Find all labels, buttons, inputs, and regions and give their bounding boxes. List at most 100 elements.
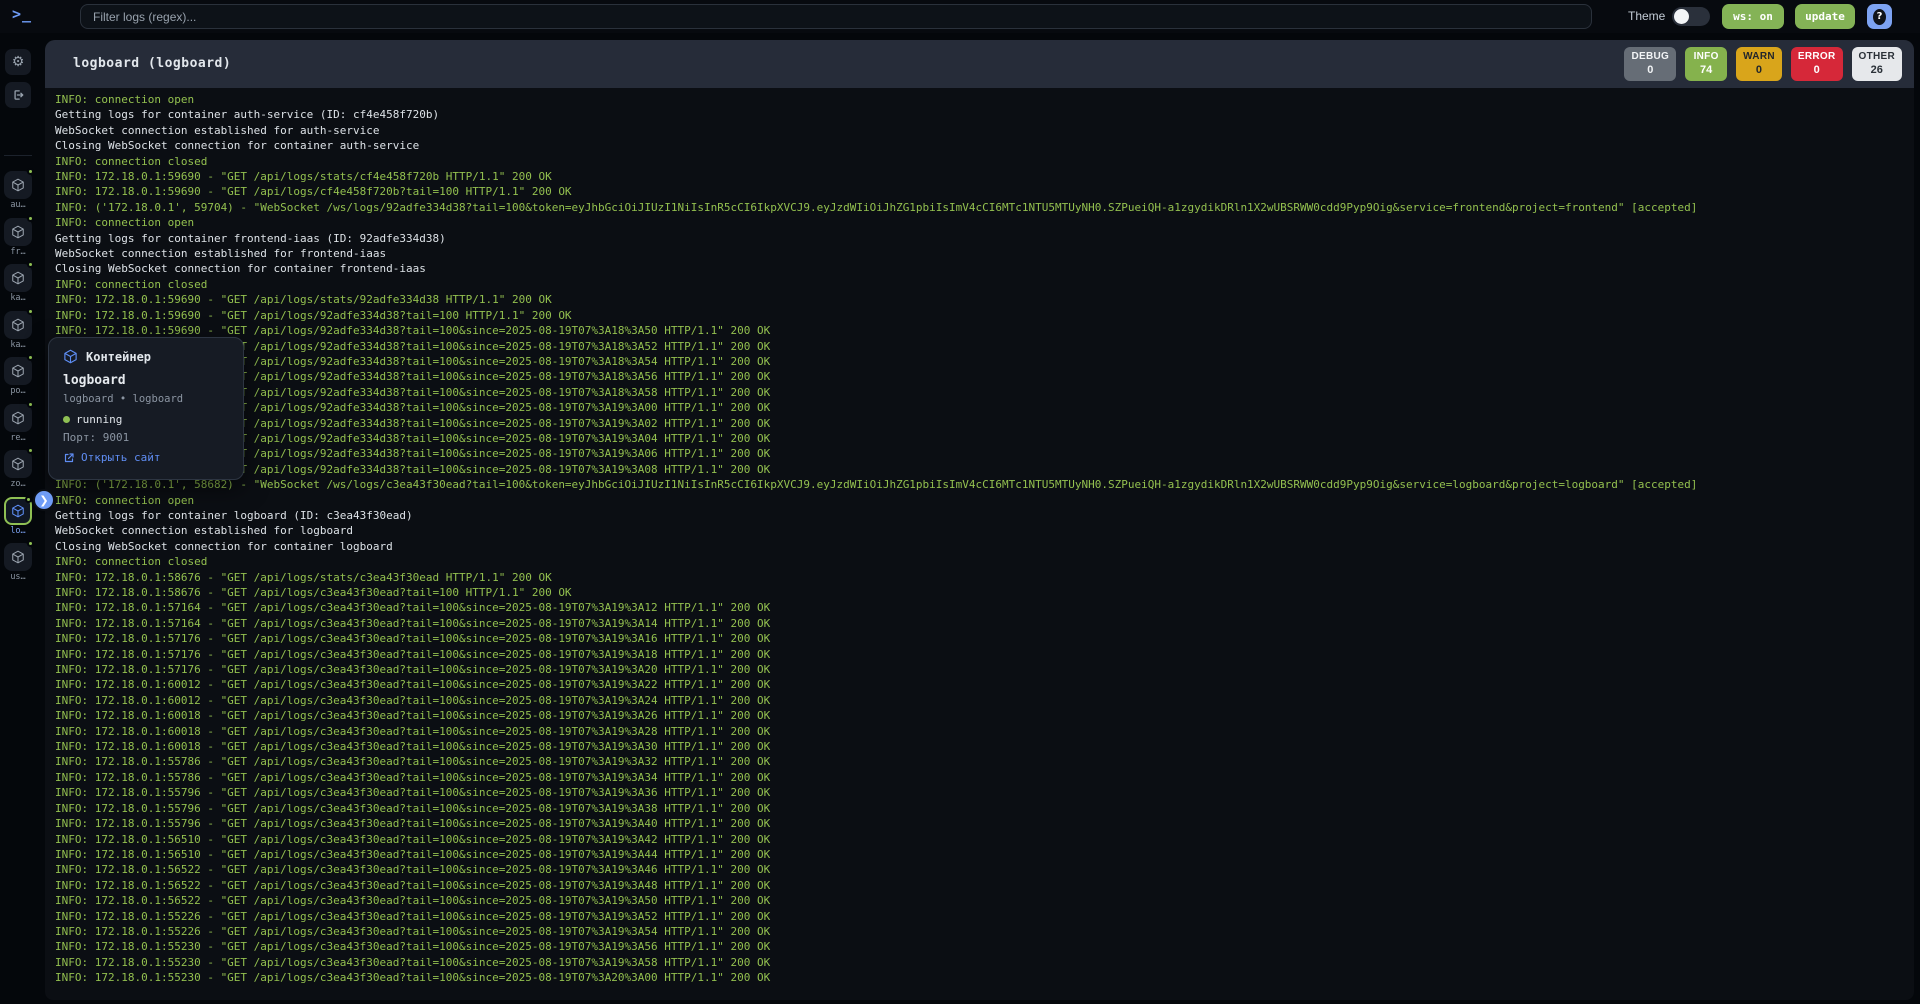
- badge-label: WARN: [1743, 50, 1775, 63]
- badge-count: 0: [1631, 63, 1669, 77]
- log-line: INFO: 172.18.0.1:58676 - "GET /api/logs/…: [55, 570, 1914, 585]
- sidebar-container-fr[interactable]: fr…: [2, 218, 34, 261]
- log-line: INFO: connection closed: [55, 154, 1914, 169]
- sidebar-container-po[interactable]: po…: [2, 357, 34, 400]
- cube-icon: [4, 404, 32, 432]
- badge-label: INFO: [1692, 50, 1720, 63]
- log-line: INFO: 172.18.0.1:59690 - "GET /api/logs/…: [55, 184, 1914, 199]
- open-site-link[interactable]: Открыть сайт: [63, 451, 229, 464]
- badge-label: ERROR: [1798, 50, 1836, 63]
- log-line: INFO: 172.18.0.1:59690 - "GET /api/logs/…: [55, 308, 1914, 323]
- log-line: Closing WebSocket connection for contain…: [55, 539, 1914, 554]
- log-line: INFO: 172.18.0.1:55226 - "GET /api/logs/…: [55, 909, 1914, 924]
- container-subtitle: logboard • logboard: [63, 393, 229, 405]
- sidebar-container-lo[interactable]: lo…: [2, 497, 34, 540]
- open-site-label: Открыть сайт: [81, 451, 160, 464]
- log-line: INFO: 172.18.0.1:55226 - "GET /api/logs/…: [55, 924, 1914, 939]
- log-line: INFO: 172.18.0.1:57164 - "GET /api/logs/…: [55, 600, 1914, 615]
- badge-warn[interactable]: WARN0: [1736, 47, 1782, 81]
- ws-toggle-button[interactable]: ws: on: [1722, 4, 1784, 29]
- container-label: us…: [2, 572, 34, 582]
- container-label: lo…: [2, 526, 34, 536]
- log-line: INFO: 172.18.0.1:59690 - "GET /api/logs/…: [55, 446, 1914, 461]
- badge-debug[interactable]: DEBUG0: [1624, 47, 1676, 81]
- log-line: INFO: 172.18.0.1:57176 - "GET /api/logs/…: [55, 631, 1914, 646]
- log-line: INFO: 172.18.0.1:55230 - "GET /api/logs/…: [55, 955, 1914, 970]
- sidebar: ⚙ au…fr…ka…ka…po…re…zo…lo…us…: [0, 33, 36, 1004]
- log-line: INFO: 172.18.0.1:59690 - "GET /api/logs/…: [55, 416, 1914, 431]
- log-line: INFO: 172.18.0.1:60018 - "GET /api/logs/…: [55, 724, 1914, 739]
- sidebar-container-ka[interactable]: ka…: [2, 311, 34, 354]
- log-line: INFO: 172.18.0.1:59690 - "GET /api/logs/…: [55, 169, 1914, 184]
- panel-title: logboard (logboard): [73, 56, 231, 71]
- help-button[interactable]: ?: [1867, 4, 1892, 29]
- container-label: ka…: [2, 293, 34, 303]
- status-dot: [63, 416, 70, 423]
- cube-icon: [4, 311, 32, 339]
- badge-error[interactable]: ERROR0: [1791, 47, 1843, 81]
- logout-button[interactable]: [5, 82, 31, 108]
- container-tooltip: Контейнер logboard logboard • logboard r…: [48, 337, 244, 480]
- cube-icon: [4, 450, 32, 478]
- sidebar-container-zo[interactable]: zo…: [2, 450, 34, 493]
- status-text: running: [76, 413, 122, 426]
- log-panel: logboard (logboard) DEBUG0INFO74WARN0ERR…: [45, 40, 1914, 1000]
- sidebar-container-au[interactable]: au…: [2, 171, 34, 214]
- log-line: Closing WebSocket connection for contain…: [55, 138, 1914, 153]
- terminal-logo-icon: >_: [12, 5, 32, 23]
- update-button[interactable]: update: [1795, 4, 1855, 29]
- badge-label: OTHER: [1859, 50, 1896, 63]
- cube-icon: [4, 171, 32, 199]
- badge-other[interactable]: OTHER26: [1852, 47, 1903, 81]
- badge-count: 74: [1692, 63, 1720, 77]
- log-line: INFO: 172.18.0.1:59690 - "GET /api/logs/…: [55, 369, 1914, 384]
- status-dot: [27, 261, 34, 268]
- log-line: WebSocket connection established for log…: [55, 523, 1914, 538]
- log-line: INFO: connection open: [55, 493, 1914, 508]
- log-line: INFO: 172.18.0.1:60018 - "GET /api/logs/…: [55, 739, 1914, 754]
- status-dot: [27, 540, 34, 547]
- log-output[interactable]: INFO: connection openGetting logs for co…: [45, 88, 1914, 1000]
- container-label: fr…: [2, 247, 34, 257]
- badge-count: 0: [1743, 63, 1775, 77]
- log-line: INFO: connection closed: [55, 554, 1914, 569]
- sidebar-container-us[interactable]: us…: [2, 543, 34, 586]
- log-line: INFO: 172.18.0.1:59690 - "GET /api/logs/…: [55, 339, 1914, 354]
- container-port: Порт: 9001: [63, 431, 229, 444]
- theme-toggle[interactable]: [1672, 7, 1710, 26]
- settings-button[interactable]: ⚙: [5, 49, 31, 75]
- log-line: INFO: 172.18.0.1:55796 - "GET /api/logs/…: [55, 785, 1914, 800]
- log-line: Closing WebSocket connection for contain…: [55, 261, 1914, 276]
- status-dot: [27, 354, 34, 361]
- log-line: INFO: 172.18.0.1:56522 - "GET /api/logs/…: [55, 878, 1914, 893]
- status-dot: [27, 401, 34, 408]
- badge-info[interactable]: INFO74: [1685, 47, 1727, 81]
- log-line: WebSocket connection established for fro…: [55, 246, 1914, 261]
- cube-icon: [4, 497, 32, 525]
- log-line: INFO: 172.18.0.1:59690 - "GET /api/logs/…: [55, 354, 1914, 369]
- log-line: INFO: 172.18.0.1:55796 - "GET /api/logs/…: [55, 816, 1914, 831]
- log-line: INFO: 172.18.0.1:58676 - "GET /api/logs/…: [55, 585, 1914, 600]
- log-line: INFO: 172.18.0.1:56510 - "GET /api/logs/…: [55, 847, 1914, 862]
- container-status: running: [63, 413, 229, 426]
- log-line: INFO: 172.18.0.1:55786 - "GET /api/logs/…: [55, 754, 1914, 769]
- theme-label: Theme: [1628, 9, 1665, 23]
- sidebar-container-ka[interactable]: ka…: [2, 264, 34, 307]
- log-line: INFO: 172.18.0.1:55796 - "GET /api/logs/…: [55, 801, 1914, 816]
- chevron-right-icon: ❯: [39, 494, 48, 507]
- badge-label: DEBUG: [1631, 50, 1669, 63]
- container-label: re…: [2, 433, 34, 443]
- status-dot: [27, 308, 34, 315]
- level-badges: DEBUG0INFO74WARN0ERROR0OTHER26: [1624, 47, 1902, 81]
- log-line: INFO: 172.18.0.1:59690 - "GET /api/logs/…: [55, 431, 1914, 446]
- log-line: INFO: 172.18.0.1:55230 - "GET /api/logs/…: [55, 970, 1914, 985]
- expand-panel-button[interactable]: ❯: [33, 489, 55, 511]
- log-line: INFO: 172.18.0.1:60012 - "GET /api/logs/…: [55, 677, 1914, 692]
- tooltip-title: Контейнер: [86, 350, 151, 364]
- sidebar-container-re[interactable]: re…: [2, 404, 34, 447]
- cube-icon: [4, 543, 32, 571]
- filter-logs-input[interactable]: [80, 4, 1592, 29]
- cube-icon: [4, 264, 32, 292]
- log-line: WebSocket connection established for aut…: [55, 123, 1914, 138]
- log-line: INFO: 172.18.0.1:55786 - "GET /api/logs/…: [55, 770, 1914, 785]
